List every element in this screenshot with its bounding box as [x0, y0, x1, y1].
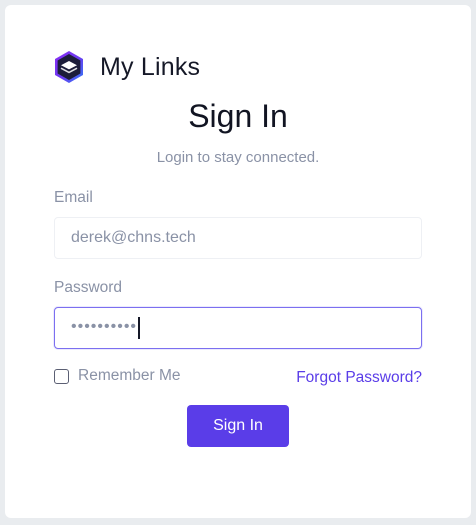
password-input[interactable]: ••••••••••: [54, 307, 422, 349]
email-input[interactable]: [54, 217, 422, 259]
remember-me-label[interactable]: Remember Me: [78, 367, 181, 385]
brand: My Links: [53, 50, 200, 84]
sign-in-card: My Links Sign In Login to stay connected…: [5, 5, 471, 518]
brand-name: My Links: [100, 52, 201, 81]
forgot-password-link[interactable]: Forgot Password?: [296, 369, 422, 387]
email-label: Email: [54, 189, 93, 206]
remember-me[interactable]: Remember Me: [54, 367, 181, 385]
page-subtitle: Login to stay connected.: [156, 149, 320, 166]
password-masked-value: ••••••••••: [71, 318, 138, 335]
text-cursor: [138, 317, 140, 339]
remember-me-checkbox[interactable]: [54, 368, 69, 384]
page-title: Sign In: [188, 98, 288, 134]
password-label: Password: [54, 279, 123, 296]
hexagon-layers-icon: [55, 51, 83, 83]
sign-in-button[interactable]: Sign In: [187, 405, 289, 447]
